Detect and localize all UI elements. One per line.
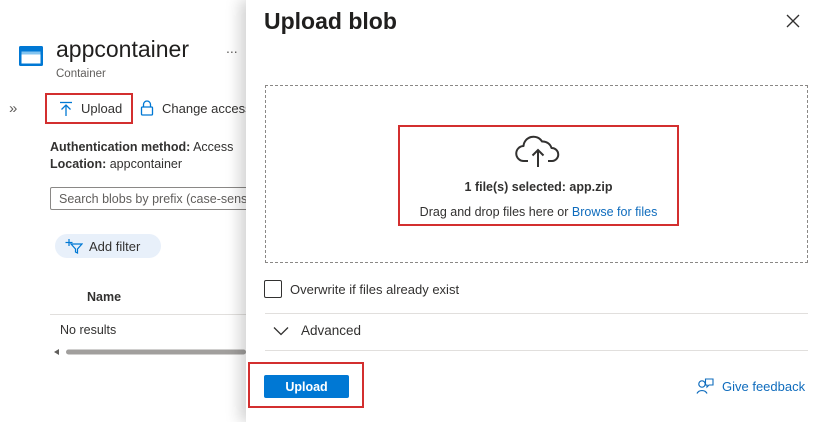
add-filter-label: Add filter — [89, 238, 141, 254]
auth-method-label: Authentication method: — [50, 140, 191, 154]
change-access-label: Change access — [162, 100, 246, 116]
empty-table-message: No results — [60, 323, 117, 337]
drag-drop-text: Drag and drop files here or Browse for f… — [398, 205, 679, 219]
location-label: Location: — [50, 157, 107, 171]
drag-drop-label: Drag and drop files here — [419, 205, 554, 219]
advanced-section-toggle[interactable]: Advanced — [273, 323, 361, 338]
page-title: appcontainer — [56, 36, 189, 62]
column-header-name[interactable]: Name — [87, 290, 121, 304]
lock-icon — [140, 100, 154, 116]
divider — [265, 350, 808, 351]
container-icon — [19, 46, 43, 66]
overwrite-checkbox[interactable] — [264, 280, 282, 298]
location: Location: appcontainer — [50, 157, 182, 171]
browse-files-link[interactable]: Browse for files — [572, 205, 657, 219]
upload-button[interactable]: Upload — [264, 375, 349, 398]
give-feedback-label: Give feedback — [722, 379, 806, 394]
selected-files-text: 1 file(s) selected: app.zip — [464, 180, 613, 194]
give-feedback-link[interactable]: Give feedback — [696, 378, 805, 395]
add-filter-icon — [65, 239, 83, 254]
auth-method-value: Access — [193, 140, 234, 154]
cloud-upload-icon — [515, 135, 560, 167]
close-icon[interactable] — [784, 12, 802, 30]
search-blobs-input[interactable]: Search blobs by prefix (case-sensitive) — [50, 187, 246, 210]
advanced-label: Advanced — [301, 323, 362, 338]
divider — [265, 313, 808, 314]
panel-title: Upload blob — [264, 8, 397, 34]
more-options-button[interactable]: ... — [226, 40, 238, 56]
feedback-icon — [696, 378, 714, 394]
chevron-down-icon — [273, 326, 289, 335]
page-subtitle: Container — [56, 68, 106, 80]
container-blade: appcontainer ... Container » Upload Chan… — [0, 0, 246, 422]
upload-command-label: Upload — [81, 101, 123, 116]
overwrite-label[interactable]: Overwrite if files already exist — [290, 282, 459, 297]
auth-method: Authentication method: Access — [50, 140, 233, 154]
location-value: appcontainer — [109, 157, 183, 171]
or-label: or — [557, 205, 569, 219]
change-access-button[interactable]: Change access — [140, 100, 246, 116]
upload-blob-panel: Upload blob 1 file(s) selected: app.zip … — [246, 0, 829, 422]
upload-arrow-icon — [60, 101, 72, 116]
table-divider — [50, 314, 246, 315]
add-filter-button[interactable]: Add filter — [55, 234, 161, 258]
horizontal-scrollbar[interactable] — [50, 347, 246, 357]
expand-menu-icon[interactable]: » — [9, 100, 17, 117]
upload-command-button[interactable]: Upload — [45, 93, 133, 124]
